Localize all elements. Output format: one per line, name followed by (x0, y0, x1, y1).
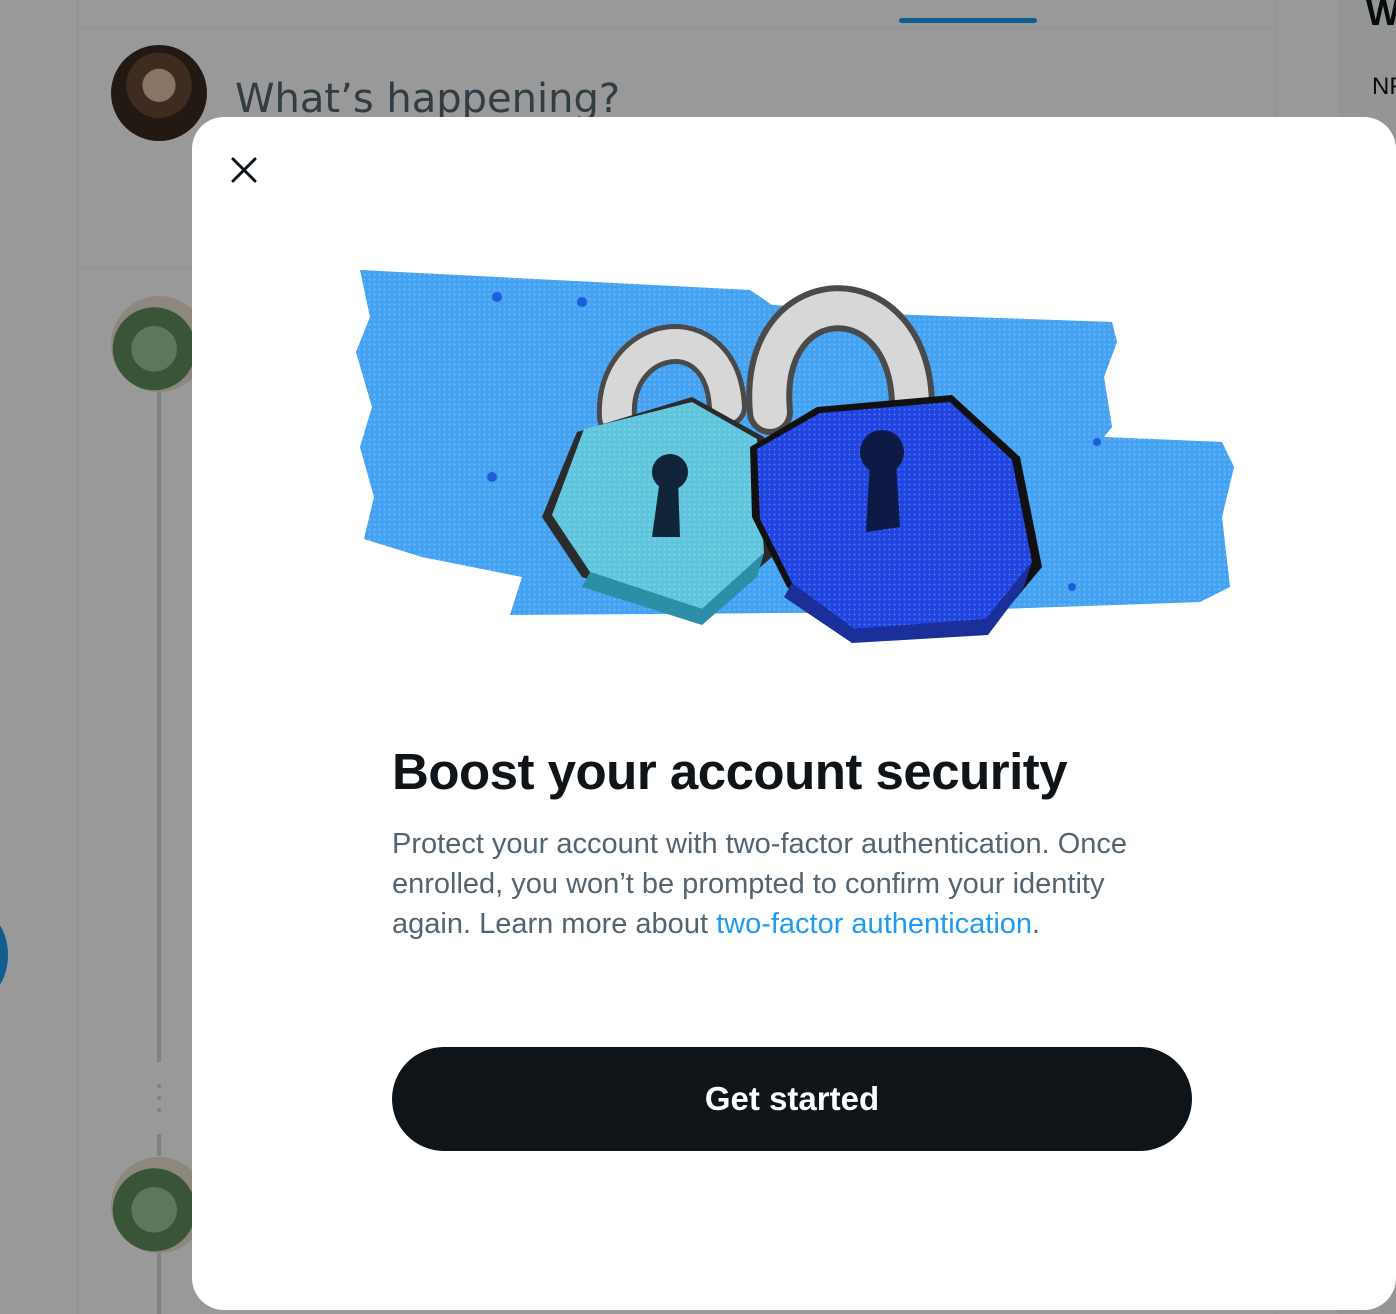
get-started-button[interactable]: Get started (392, 1047, 1192, 1151)
security-modal: Boost your account security Protect your… (192, 117, 1396, 1310)
close-icon (231, 157, 257, 183)
two-factor-link[interactable]: two-factor authentication (716, 908, 1032, 940)
padlocks-illustration-icon (356, 270, 1234, 643)
modal-title: Boost your account security (392, 743, 1068, 800)
description-suffix: . (1032, 908, 1041, 940)
modal-description: Protect your account with two-factor aut… (392, 824, 1162, 944)
close-button[interactable] (218, 144, 270, 196)
